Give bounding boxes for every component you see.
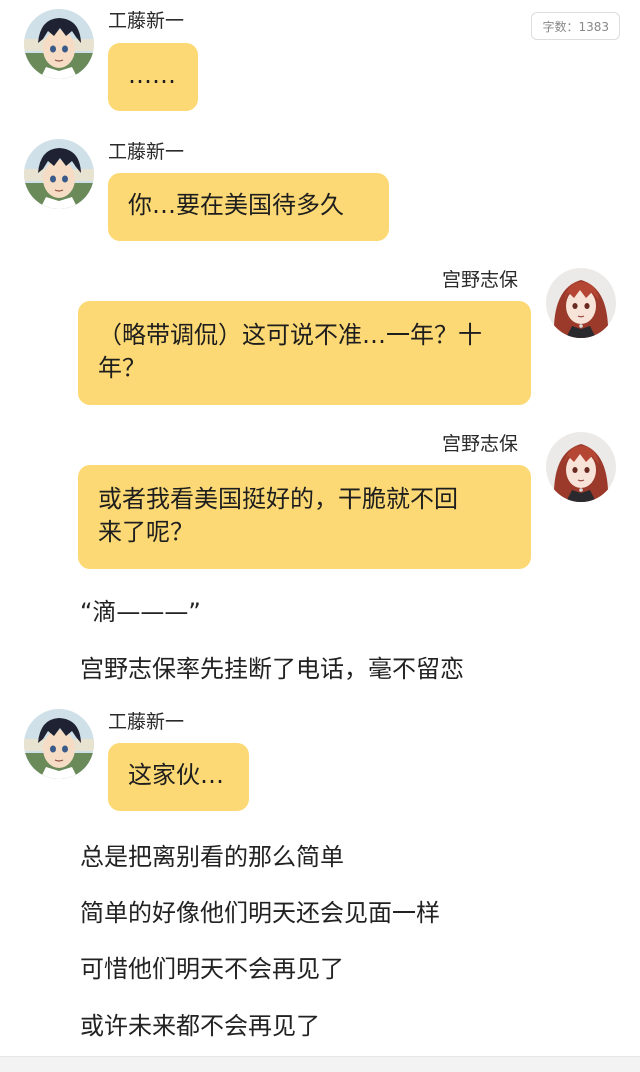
avatar-shiho[interactable] [546, 432, 616, 502]
avatar-image [24, 709, 94, 779]
word-count-badge: 字数：1383 [531, 12, 620, 40]
narration-text: “滴———” [80, 598, 201, 626]
avatar-shinichi[interactable] [24, 9, 94, 79]
message-bubble: （略带调侃）这可说不准…一年？十 年？ [78, 301, 531, 405]
bottom-bar [0, 1056, 640, 1072]
speaker-name: 工藤新一 [108, 141, 185, 163]
message-line: （略带调侃）这可说不准…一年？十 [98, 321, 482, 349]
message-bubble: …… [108, 43, 198, 111]
message-line: 或者我看美国挺好的，干脆就不回 [98, 485, 458, 513]
narration-text: 简单的好像他们明天还会见面一样 [80, 899, 440, 927]
avatar-shinichi[interactable] [24, 709, 94, 779]
avatar-shinichi[interactable] [24, 139, 94, 209]
avatar-image [546, 432, 616, 502]
message-line: 年？ [98, 354, 146, 382]
narration-text: 可惜他们明天不会再见了 [80, 955, 344, 983]
message-bubble: 或者我看美国挺好的，干脆就不回 来了呢？ [78, 465, 531, 569]
speaker-name: 工藤新一 [108, 711, 185, 733]
avatar-image [24, 9, 94, 79]
avatar-shiho[interactable] [546, 268, 616, 338]
narration-text: 或许未来都不会再见了 [80, 1012, 320, 1040]
speaker-name: 宫野志保 [442, 433, 519, 455]
avatar-image [546, 268, 616, 338]
speaker-name: 宫野志保 [442, 269, 519, 291]
message-line: 来了呢？ [98, 518, 194, 546]
message-bubble: 你…要在美国待多久 [108, 173, 389, 241]
message-bubble: 这家伙… [108, 743, 249, 811]
narration-text: 总是把离别看的那么简单 [80, 843, 344, 871]
avatar-image [24, 139, 94, 209]
speaker-name: 工藤新一 [108, 10, 185, 32]
narration-text: 宫野志保率先挂断了电话，毫不留恋 [80, 655, 464, 683]
